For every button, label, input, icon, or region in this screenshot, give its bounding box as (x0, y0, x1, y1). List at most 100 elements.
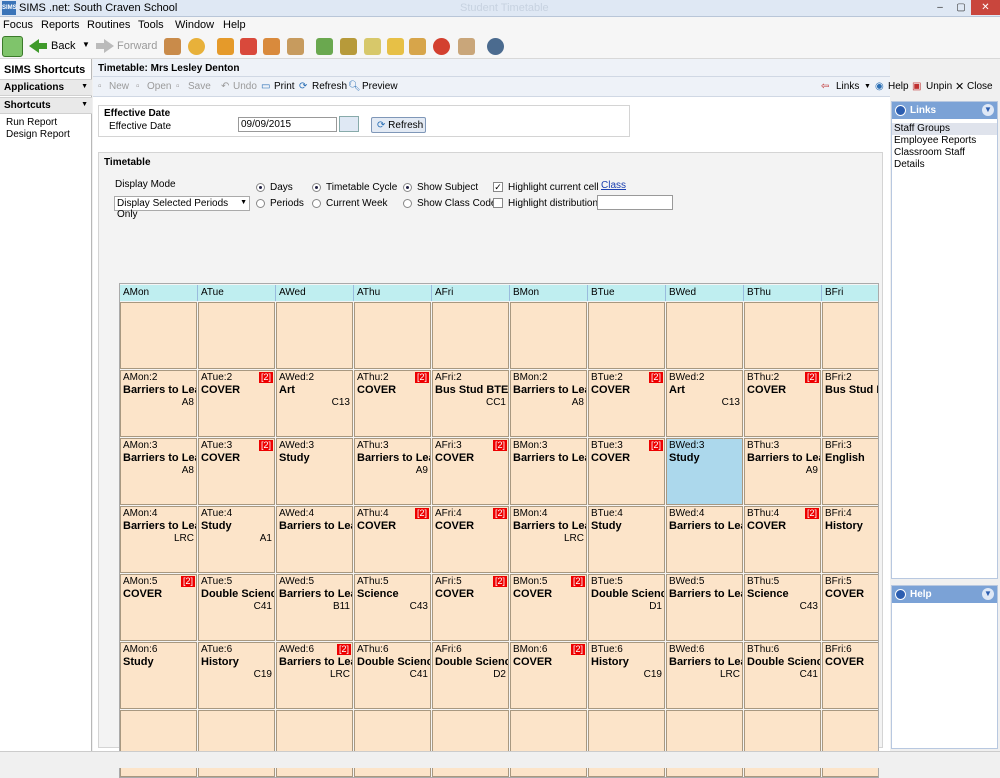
alarm-clock-icon[interactable] (433, 38, 450, 55)
menu-help[interactable]: Help (223, 19, 246, 31)
timetable-cell[interactable]: BFri:4HistoryC (822, 506, 878, 573)
highlight-current-cell-checkbox[interactable]: ✓ (493, 182, 503, 192)
minimize-button[interactable]: – (929, 0, 951, 15)
timetable-cell[interactable]: BMon:2 Barriers to Lea A8 (510, 370, 587, 437)
timetable-cell[interactable]: BTue:4 Study (588, 506, 665, 573)
timetable-cell[interactable]: BTue:2 COVER [2] (588, 370, 665, 437)
forward-button[interactable]: Forward (117, 40, 157, 52)
effective-refresh-button[interactable]: ⟳ Refresh (371, 117, 426, 133)
timetable-cell[interactable]: AThu:4 COVER [2] (354, 506, 431, 573)
unpin-button[interactable]: Unpin (926, 81, 952, 92)
timetable-cell[interactable]: BWed:5 Barriers to Lea (666, 574, 743, 641)
help-panel-header[interactable]: Help ▼ (892, 586, 997, 603)
timetable-cell[interactable]: BMon:5 COVER [2] (510, 574, 587, 641)
timetable-cell[interactable]: BThu:3 Barriers to Lea A9 (744, 438, 821, 505)
timetable-cell[interactable]: AThu:6 Double Science C41 (354, 642, 431, 709)
menu-routines[interactable]: Routines (87, 19, 130, 31)
save-button[interactable]: Save (188, 81, 211, 92)
help-button[interactable]: Help (888, 81, 909, 92)
highlight-distribution-checkbox[interactable] (493, 198, 503, 208)
timetable-cell[interactable]: BTue:3 COVER [2] (588, 438, 665, 505)
chart-people-icon[interactable] (316, 38, 333, 55)
links-button[interactable]: Links (836, 81, 859, 92)
collapse-icon[interactable]: ▼ (982, 588, 994, 600)
maximize-button[interactable]: ▢ (951, 0, 971, 15)
applications-header[interactable]: Applications ▼ (0, 79, 92, 96)
class-input[interactable] (597, 195, 673, 210)
checklist-icon[interactable] (387, 38, 404, 55)
timetable-cell[interactable]: ATue:3 COVER [2] (198, 438, 275, 505)
back-arrow-icon[interactable] (29, 39, 39, 53)
timetable-cell[interactable]: BFri:5 COVER (822, 574, 878, 641)
timetable-cell[interactable]: BWed:3 Study (666, 438, 743, 505)
timetable-cell[interactable]: BWed:6 Barriers to Lea LRC (666, 642, 743, 709)
shortcuts-header[interactable]: Shortcuts ▼ (0, 97, 92, 114)
radio-show-class-code[interactable] (403, 199, 412, 208)
timetable-cell[interactable]: AFri:3 COVER [2] (432, 438, 509, 505)
staff-icon[interactable] (287, 38, 304, 55)
profile-icon[interactable] (458, 38, 475, 55)
collapse-icon[interactable]: ▼ (982, 104, 994, 116)
timetable-cell[interactable] (822, 302, 878, 369)
timetable-cell[interactable] (354, 302, 431, 369)
flags-icon[interactable] (240, 38, 257, 55)
timetable-cell[interactable]: AMon:4 Barriers to Lea LRC (120, 506, 197, 573)
people-icon[interactable] (164, 38, 181, 55)
book-icon[interactable] (217, 38, 234, 55)
timetable-cell[interactable]: BWed:4 Barriers to Lea (666, 506, 743, 573)
timetable-cell[interactable]: AMon:5 COVER [2] (120, 574, 197, 641)
timetable-cell[interactable]: AMon:6 Study (120, 642, 197, 709)
timetable-cell[interactable]: ATue:4 Study A1 (198, 506, 275, 573)
sidebar-link-run-report[interactable]: Run Report (6, 117, 57, 128)
menu-reports[interactable]: Reports (41, 19, 80, 31)
links-dropdown-icon[interactable]: ▼ (864, 83, 871, 90)
timetable-cell[interactable]: ATue:2 COVER [2] (198, 370, 275, 437)
timetable-cell[interactable] (276, 302, 353, 369)
timetable-cell[interactable]: BThu:6 Double Science C41 (744, 642, 821, 709)
timetable-cell[interactable] (510, 302, 587, 369)
close-button[interactable]: Close (967, 81, 993, 92)
links-panel-header[interactable]: Links ▼ (892, 102, 997, 119)
timetable-cell[interactable]: BMon:3 Barriers to Lea (510, 438, 587, 505)
timetable-cell[interactable]: BThu:2 COVER [2] (744, 370, 821, 437)
report-icon[interactable] (409, 38, 426, 55)
timetable-people-icon[interactable] (340, 38, 357, 55)
preview-button[interactable]: Preview (362, 81, 398, 92)
timetable-cell[interactable]: AThu:2 COVER [2] (354, 370, 431, 437)
timetable-cell[interactable]: BFri:3 English (822, 438, 878, 505)
timetable-cell[interactable]: AThu:3 Barriers to Lea A9 (354, 438, 431, 505)
radio-timetable-cycle[interactable] (312, 183, 321, 192)
timetable-cell[interactable]: AWed:6 Barriers to Lea LRC [2] (276, 642, 353, 709)
timetable-cell[interactable]: AMon:2 Barriers to Lea A8 (120, 370, 197, 437)
timetable-cell[interactable]: AWed:2 Art C13 (276, 370, 353, 437)
timetable-cell[interactable]: ATue:6 History C19 (198, 642, 275, 709)
sidebar-link-design-report[interactable]: Design Report (6, 129, 70, 140)
radio-show-subject[interactable] (403, 183, 412, 192)
timetable-cell[interactable]: AFri:5 COVER [2] (432, 574, 509, 641)
radio-current-week[interactable] (312, 199, 321, 208)
person-icon[interactable] (188, 38, 205, 55)
radio-days[interactable] (256, 183, 265, 192)
menu-window[interactable]: Window (175, 19, 214, 31)
effective-date-field[interactable] (238, 117, 337, 132)
back-button[interactable]: Back (51, 40, 75, 52)
close-window-button[interactable]: ✕ (971, 0, 1000, 15)
open-button[interactable]: Open (147, 81, 171, 92)
timetable-cell[interactable]: BTue:5 Double Science D1 (588, 574, 665, 641)
class-link[interactable]: Class (601, 180, 626, 191)
timetable-cell[interactable]: AWed:5 Barriers to Lea B11 (276, 574, 353, 641)
forward-arrow-icon[interactable] (104, 39, 114, 53)
timetable-cell[interactable]: AFri:6 Double Science D2 (432, 642, 509, 709)
timetable-cell[interactable]: BTue:6 History C19 (588, 642, 665, 709)
timetable-cell[interactable]: BMon:4 Barriers to Lea LRC (510, 506, 587, 573)
notes-icon[interactable] (364, 38, 381, 55)
links-item-classroom-staff-details[interactable]: Classroom Staff Details (892, 147, 997, 171)
timetable-cell[interactable]: AWed:4 Barriers to Lea (276, 506, 353, 573)
links-item-employee-reports[interactable]: Employee Reports (892, 135, 997, 147)
timetable-cell[interactable]: AThu:5 Science C43 (354, 574, 431, 641)
timetable-cell[interactable]: AWed:3 Study (276, 438, 353, 505)
timetable-cell[interactable]: AFri:4 COVER [2] (432, 506, 509, 573)
back-dropdown-icon[interactable]: ▼ (82, 40, 90, 49)
timetable-cell[interactable] (588, 302, 665, 369)
new-button[interactable]: New (109, 81, 129, 92)
